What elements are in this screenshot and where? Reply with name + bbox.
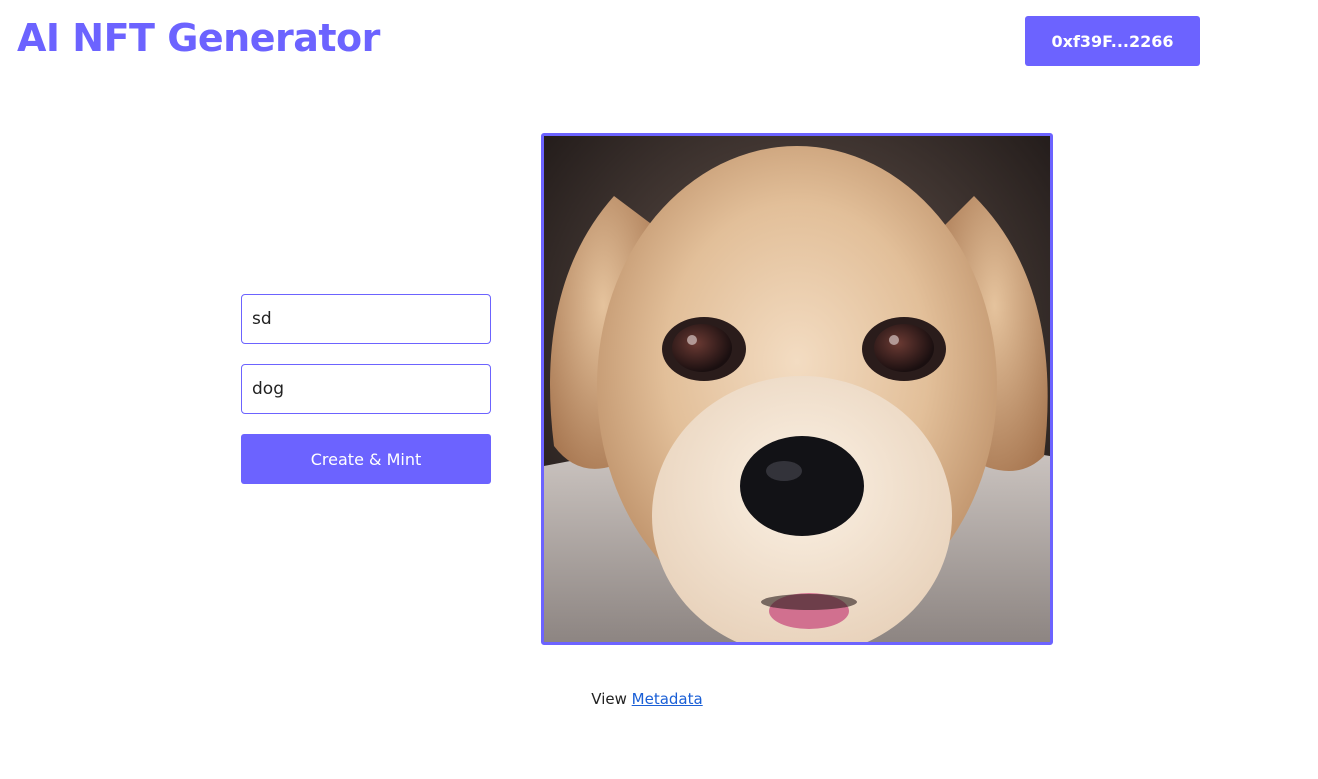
mint-form: Create & Mint [241,294,491,484]
wallet-address-button[interactable]: 0xf39F...2266 [1025,16,1200,66]
app-title: AI NFT Generator [17,16,380,60]
metadata-line: View Metadata [0,690,1294,708]
create-mint-button[interactable]: Create & Mint [241,434,491,484]
name-input[interactable] [241,294,491,344]
description-input[interactable] [241,364,491,414]
metadata-link[interactable]: Metadata [632,690,703,708]
dog-image [544,136,1050,642]
view-label: View [591,690,627,708]
app-root: AI NFT Generator 0xf39F...2266 Create & … [0,0,1318,779]
nft-image-preview [541,133,1053,645]
